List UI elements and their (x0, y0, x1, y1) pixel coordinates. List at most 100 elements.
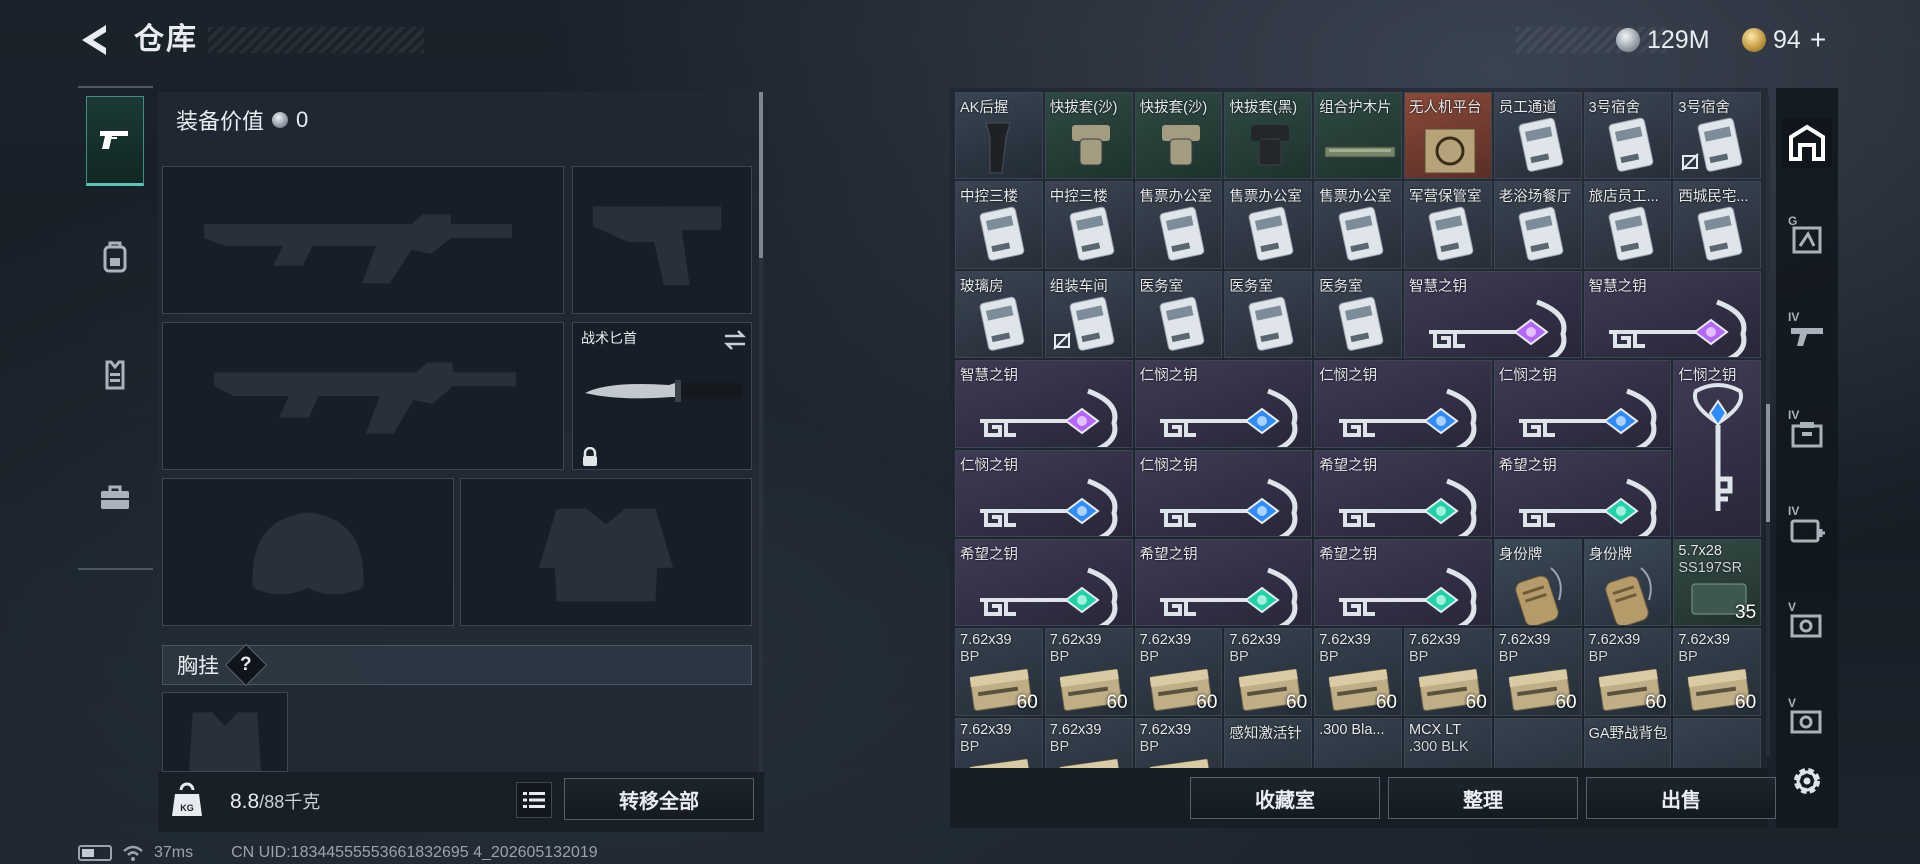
stash-item[interactable]: 7.62x39 BP (1134, 717, 1223, 768)
helmet-slot[interactable] (162, 478, 454, 626)
stash-item[interactable]: 智慧之钥 (1583, 270, 1762, 359)
stash-item[interactable]: 智慧之钥 (955, 360, 1133, 448)
tab-vest[interactable] (86, 330, 144, 420)
stash-item[interactable]: 员工通道 (1493, 92, 1582, 180)
stash-item[interactable]: 7.62x39 BP (955, 717, 1043, 768)
stash-item[interactable] (1493, 717, 1582, 768)
stash-item[interactable]: 仁悯之钥 (955, 449, 1133, 537)
item-label: 医务室 (1229, 278, 1273, 295)
stash-grid: AK后握 快拔套(沙) 快拔套(沙) 快拔套(黑) 组合护木片 无人机平台 员工通道 3号宿舍… (955, 92, 1763, 768)
rail-weapon-rack[interactable]: IV (1782, 310, 1832, 360)
stash-item[interactable]: 老浴场餐厅 (1493, 181, 1582, 269)
rail-storage-box[interactable]: IV (1782, 408, 1832, 458)
settings-button[interactable] (1782, 756, 1832, 806)
stash-item[interactable]: 售票办公室 (1224, 181, 1313, 269)
stash-item[interactable]: AK后握 (955, 92, 1043, 180)
stash-item[interactable] (1673, 717, 1762, 768)
help-icon[interactable]: ? (224, 643, 268, 687)
add-currency-button[interactable]: + (1810, 24, 1826, 56)
stash-item[interactable]: 7.62x39 BP 60 (1404, 628, 1492, 716)
item-label: 仁悯之钥 (1139, 457, 1198, 474)
page-title: 仓库 (134, 23, 198, 56)
stash-item[interactable]: 希望之钥 (955, 539, 1133, 627)
tab-toolbox[interactable] (86, 452, 144, 542)
stash-item[interactable]: 希望之钥 (1493, 449, 1672, 537)
stash-item[interactable]: 7.62x39 BP 60 (1224, 628, 1313, 716)
stash-item[interactable]: MCX LT .300 BLK (1404, 717, 1492, 768)
stash-item[interactable]: 仁悯之钥 (1673, 360, 1762, 537)
stash-item[interactable]: 身份牌 (1493, 539, 1582, 627)
stash-item[interactable]: 旅店员工... (1583, 181, 1672, 269)
sell-button[interactable]: 出售 (1586, 777, 1776, 819)
stash-item[interactable]: 医务室 (1224, 270, 1313, 359)
sort-button[interactable]: 整理 (1388, 777, 1578, 819)
item-label: 希望之钥 (1139, 547, 1198, 563)
stash-item[interactable]: 军营保管室 (1404, 181, 1492, 269)
stash-item[interactable]: 快拔套(沙) (1134, 92, 1223, 180)
loadout-scrollbar-thumb[interactable] (759, 92, 763, 258)
stash-item[interactable]: .300 Bla... (1314, 717, 1402, 768)
rail-shelf[interactable]: G (1782, 214, 1832, 264)
stash-item[interactable]: 中控三楼 (1044, 181, 1133, 269)
stash-item[interactable]: 7.62x39 BP (1044, 717, 1133, 768)
primary-weapon-slot[interactable] (162, 166, 564, 314)
stash-item[interactable]: 医务室 (1134, 270, 1223, 359)
item-label: 希望之钥 (1498, 457, 1557, 474)
swap-arrows-icon[interactable] (723, 329, 747, 351)
stash-item[interactable]: 组装车间 (1044, 270, 1133, 359)
stash-item[interactable]: GA野战背包 (1583, 717, 1672, 768)
stash-item[interactable]: 中控三楼 (955, 181, 1043, 269)
list-view-button[interactable] (516, 782, 552, 818)
stash-scrollbar-thumb[interactable] (1766, 404, 1770, 522)
item-label: 智慧之钥 (960, 368, 1018, 385)
rail-medical-case[interactable]: IV (1782, 504, 1832, 554)
chest-rig-slot[interactable] (162, 692, 288, 772)
stash-item[interactable]: 3号宿舍 (1583, 92, 1672, 180)
rail-safe-1[interactable]: V (1782, 600, 1832, 650)
stash-item[interactable]: 7.62x39 BP 60 (1493, 628, 1582, 716)
tab-backpack[interactable] (86, 212, 144, 302)
stash-item[interactable]: 售票办公室 (1134, 181, 1223, 269)
stash-item[interactable]: 仁悯之钥 (1134, 360, 1313, 448)
item-sublabel: BP (1678, 649, 1698, 666)
rail-stash[interactable] (1782, 118, 1832, 168)
stash-item[interactable]: 7.62x39 BP 60 (1044, 628, 1133, 716)
pistol-slot[interactable] (572, 166, 752, 314)
transfer-all-button[interactable]: 转移全部 (564, 778, 754, 820)
stash-item[interactable]: 智慧之钥 (1404, 270, 1582, 359)
item-label: 军营保管室 (1409, 189, 1482, 206)
knife-slot[interactable]: 战术匕首 (572, 322, 752, 470)
stash-item[interactable]: 西城民宅... (1673, 181, 1762, 269)
stash-item[interactable]: 希望之钥 (1314, 449, 1492, 537)
stash-item[interactable]: 7.62x39 BP 60 (1314, 628, 1402, 716)
stash-item[interactable]: 7.62x39 BP 60 (1673, 628, 1762, 716)
stash-item[interactable]: 身份牌 (1583, 539, 1672, 627)
stash-item[interactable]: 希望之钥 (1134, 539, 1313, 627)
stash-item[interactable]: 7.62x39 BP 60 (1134, 628, 1223, 716)
rail-safe-2[interactable]: V (1782, 696, 1832, 746)
item-label: 售票办公室 (1319, 189, 1392, 206)
stash-item[interactable]: 无人机平台 (1404, 92, 1492, 180)
stash-item[interactable]: 快拔套(沙) (1044, 92, 1133, 180)
back-button[interactable] (76, 20, 116, 60)
stash-item[interactable]: 3号宿舍 (1673, 92, 1762, 180)
stash-item[interactable]: 7.62x39 BP 60 (955, 628, 1043, 716)
armor-slot[interactable] (460, 478, 752, 626)
item-label: 快拔套(沙) (1139, 100, 1208, 116)
stash-item[interactable]: 医务室 (1314, 270, 1402, 359)
stash-item[interactable]: 玻璃房 (955, 270, 1043, 359)
stash-item[interactable]: 仁悯之钥 (1493, 360, 1672, 448)
stash-item[interactable]: 仁悯之钥 (1134, 449, 1313, 537)
secondary-weapon-slot[interactable] (162, 322, 564, 470)
stash-item[interactable]: 快拔套(黑) (1224, 92, 1313, 180)
collection-room-button[interactable]: 收藏室 (1190, 777, 1380, 819)
stash-item[interactable]: 感知激活针 (1224, 717, 1313, 768)
stash-item[interactable]: 组合护木片 (1314, 92, 1402, 180)
stash-item[interactable]: 7.62x39 BP 60 (1583, 628, 1672, 716)
stash-item[interactable]: 5.7x28 SS197SR 35 (1673, 539, 1762, 627)
tab-weapons[interactable] (86, 96, 144, 186)
item-label: 7.62x39 (960, 632, 1012, 649)
stash-item[interactable]: 希望之钥 (1314, 539, 1492, 627)
stash-item[interactable]: 仁悯之钥 (1314, 360, 1492, 448)
stash-item[interactable]: 售票办公室 (1314, 181, 1402, 269)
